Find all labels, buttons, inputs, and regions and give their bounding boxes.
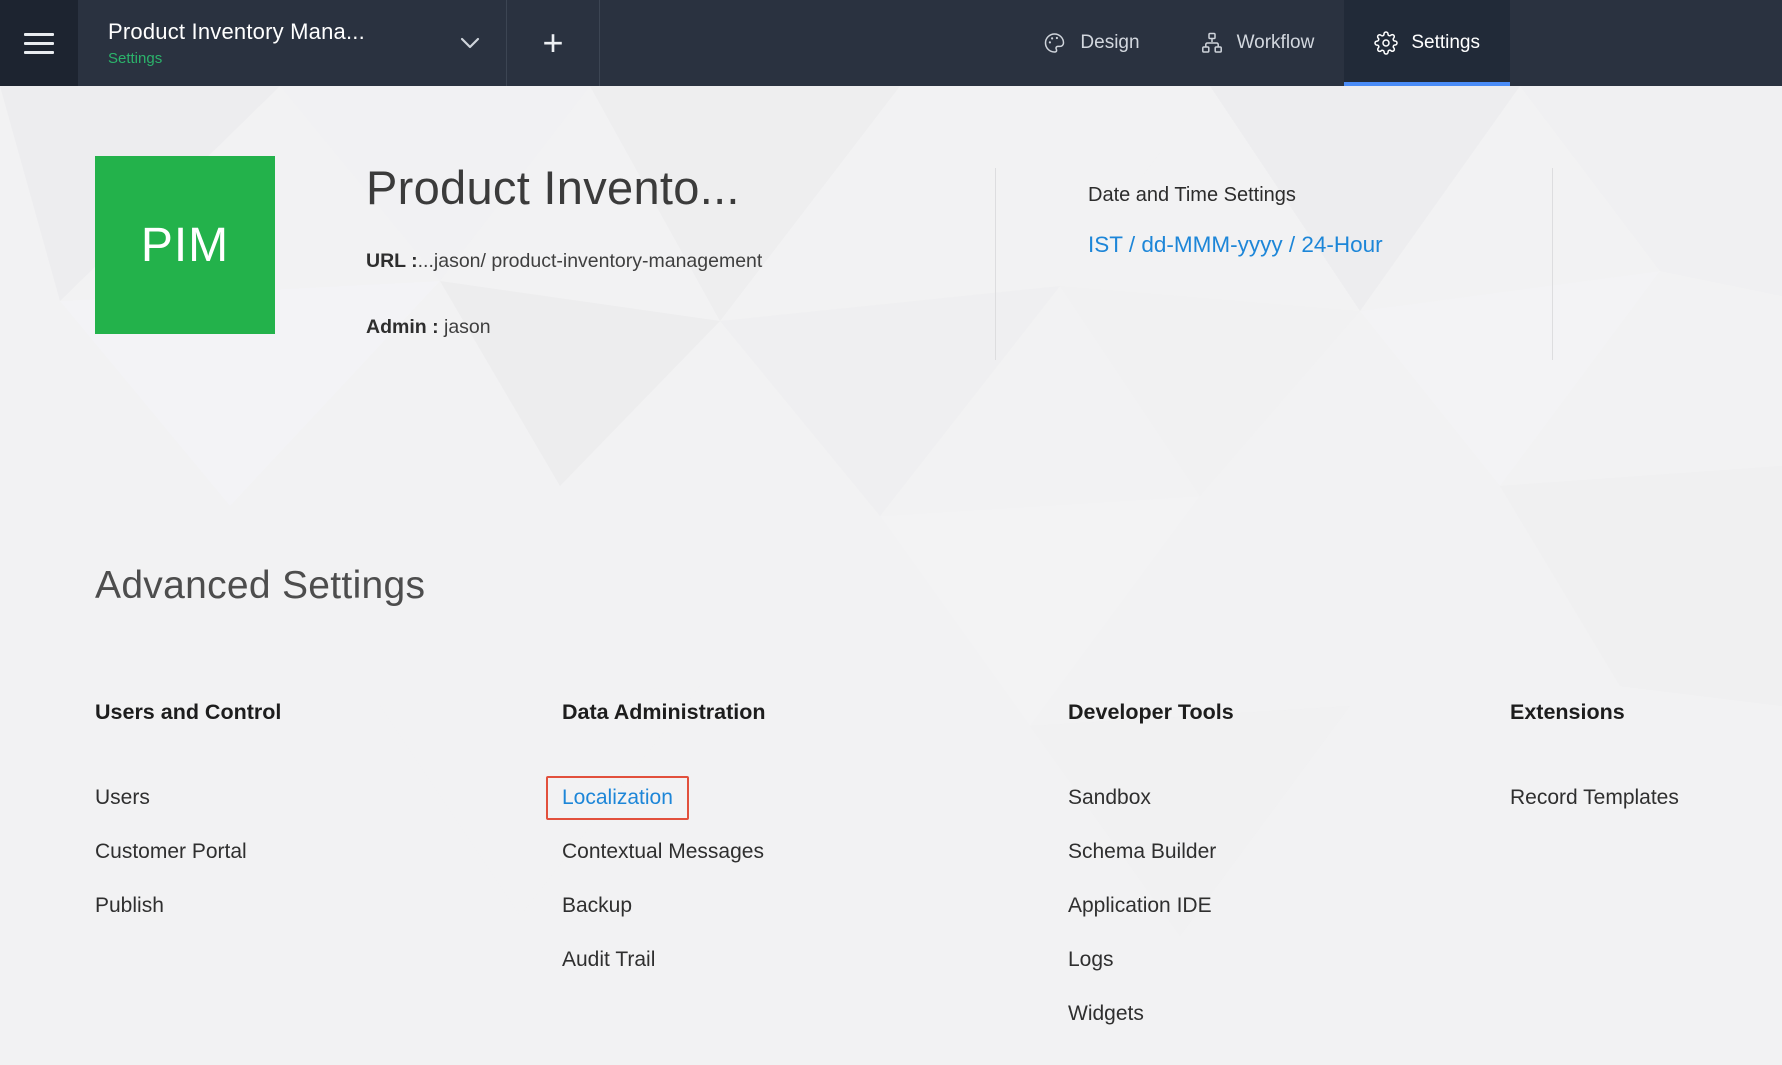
link-audit-trail[interactable]: Audit Trail bbox=[562, 933, 1002, 987]
datetime-settings-link[interactable]: IST / dd-MMM-yyyy / 24-Hour bbox=[1088, 232, 1383, 258]
column-title: Extensions bbox=[1510, 700, 1782, 725]
datetime-settings-heading: Date and Time Settings bbox=[1088, 184, 1296, 207]
topbar: Product Inventory Mana... Settings + Des… bbox=[0, 0, 1782, 86]
app-admin-line: Admin : jason bbox=[366, 316, 491, 339]
app-switcher[interactable]: Product Inventory Mana... Settings bbox=[78, 0, 506, 86]
plus-icon: + bbox=[542, 25, 563, 61]
app-logo-text: PIM bbox=[141, 218, 229, 273]
chevron-down-icon bbox=[460, 37, 480, 49]
link-customer-portal[interactable]: Customer Portal bbox=[95, 825, 495, 879]
tab-settings-label: Settings bbox=[1411, 32, 1480, 54]
tab-workflow-label: Workflow bbox=[1237, 32, 1315, 54]
column-title: Developer Tools bbox=[1068, 700, 1468, 725]
app-subtitle: Settings bbox=[108, 50, 365, 67]
mode-tabs: Design Workflow Settings bbox=[1012, 0, 1510, 86]
link-contextual-messages[interactable]: Contextual Messages bbox=[562, 825, 1002, 879]
list-item: Localization bbox=[562, 771, 1002, 825]
link-schema-builder[interactable]: Schema Builder bbox=[1068, 825, 1468, 879]
gear-icon bbox=[1374, 31, 1398, 55]
link-backup[interactable]: Backup bbox=[562, 879, 1002, 933]
url-label: URL : bbox=[366, 250, 418, 272]
app-title: Product Inventory Mana... bbox=[108, 19, 365, 45]
url-value: ...jason/ product-inventory-management bbox=[418, 250, 763, 272]
link-users[interactable]: Users bbox=[95, 771, 495, 825]
app-logo: PIM bbox=[95, 156, 275, 334]
link-widgets[interactable]: Widgets bbox=[1068, 987, 1468, 1041]
topbar-divider bbox=[599, 0, 600, 86]
vertical-divider bbox=[1552, 168, 1553, 360]
hamburger-menu-icon[interactable] bbox=[0, 0, 78, 86]
vertical-divider bbox=[995, 168, 996, 360]
column-users-and-control: Users and Control Users Customer Portal … bbox=[95, 700, 495, 933]
app-name-heading: Product Invento... bbox=[366, 160, 740, 215]
link-application-ide[interactable]: Application IDE bbox=[1068, 879, 1468, 933]
admin-value: jason bbox=[444, 316, 491, 338]
column-title: Users and Control bbox=[95, 700, 495, 725]
column-extensions: Extensions Record Templates bbox=[1510, 700, 1782, 825]
settings-page: PIM Product Invento... URL :...jason/ pr… bbox=[0, 86, 1782, 1065]
advanced-settings-heading: Advanced Settings bbox=[95, 564, 425, 608]
link-logs[interactable]: Logs bbox=[1068, 933, 1468, 987]
link-localization[interactable]: Localization bbox=[562, 786, 673, 810]
link-sandbox[interactable]: Sandbox bbox=[1068, 771, 1468, 825]
tab-design[interactable]: Design bbox=[1012, 0, 1169, 86]
tab-settings[interactable]: Settings bbox=[1344, 0, 1510, 86]
palette-icon bbox=[1042, 31, 1067, 55]
tab-workflow[interactable]: Workflow bbox=[1170, 0, 1345, 86]
link-record-templates[interactable]: Record Templates bbox=[1510, 771, 1782, 825]
tab-design-label: Design bbox=[1080, 32, 1139, 54]
column-data-administration: Data Administration Localization Context… bbox=[562, 700, 1002, 987]
app-url-line: URL :...jason/ product-inventory-managem… bbox=[366, 250, 762, 273]
link-publish[interactable]: Publish bbox=[95, 879, 495, 933]
admin-label: Admin : bbox=[366, 316, 439, 338]
localization-highlight-box: Localization bbox=[546, 776, 689, 820]
column-developer-tools: Developer Tools Sandbox Schema Builder A… bbox=[1068, 700, 1468, 1041]
add-application-button[interactable]: + bbox=[507, 0, 599, 86]
column-title: Data Administration bbox=[562, 700, 1002, 725]
workflow-icon bbox=[1200, 31, 1224, 55]
